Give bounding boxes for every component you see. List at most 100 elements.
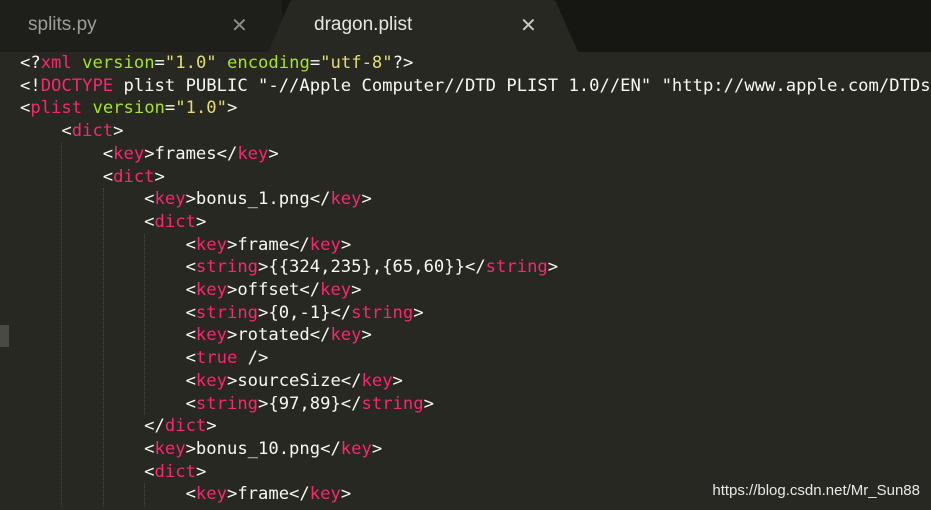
code-line: <dict> xyxy=(20,166,165,189)
code-string: "1.0" xyxy=(175,98,228,119)
code-punct: <! xyxy=(20,75,41,96)
tab-bar: splits.py ✕ dragon.plist ✕ xyxy=(0,0,931,52)
code-string: "1.0" xyxy=(164,53,217,73)
code-line: <key>frame</key> xyxy=(20,234,352,257)
code-punct: >bonus_10.png</ xyxy=(185,438,341,459)
code-punct: > xyxy=(113,121,124,142)
code-punct: >{{324,235},{65,60}}</ xyxy=(258,257,486,278)
code-attr: version xyxy=(92,98,165,119)
code-line: <string>{{324,235},{65,60}}</string> xyxy=(20,256,559,279)
code-punct: < xyxy=(20,189,155,210)
code-line: <key>bonus_1.png</key> xyxy=(20,188,372,211)
code-tag: key xyxy=(195,234,227,255)
code-punct: < xyxy=(20,484,196,505)
code-punct: > xyxy=(195,461,207,482)
code-punct: < xyxy=(20,234,196,255)
code-tag: string xyxy=(351,302,414,323)
close-icon[interactable]: ✕ xyxy=(231,13,248,37)
code-tag: dict xyxy=(164,416,207,437)
tab-dragon-plist[interactable]: dragon.plist ✕ xyxy=(268,0,578,52)
code-attr: version xyxy=(82,53,155,73)
code-punct: plist PUBLIC "-//Apple Computer//DTD PLI… xyxy=(123,75,931,96)
code-line: <key>sourceSize</key> xyxy=(20,370,403,393)
code-punct: < xyxy=(20,302,196,323)
code-tag: key xyxy=(195,370,227,391)
code-editor[interactable]: <?xml version="1.0" encoding="utf-8"?> <!… xyxy=(0,52,931,510)
code-punct: >frame</ xyxy=(226,234,310,255)
code-punct: > xyxy=(351,280,362,300)
code-tag: key xyxy=(195,325,227,346)
indent-guide xyxy=(102,188,104,506)
code-punct: > xyxy=(371,438,383,459)
code-tag: key xyxy=(154,189,186,210)
code-line: <?xml version="1.0" encoding="utf-8"?> xyxy=(20,52,413,75)
code-punct: > xyxy=(547,257,559,278)
code-line: <key>bonus_10.png</key> xyxy=(20,438,382,461)
code-punct: >frame</ xyxy=(226,484,310,505)
code-tag: key xyxy=(309,234,341,255)
tab-splits-py[interactable]: splits.py ✕ xyxy=(0,0,282,52)
code-punct: > xyxy=(227,98,238,119)
indent-guide xyxy=(144,483,146,506)
code-punct: > xyxy=(206,416,217,437)
code-punct: < xyxy=(20,438,155,459)
code-punct: >bonus_1.png</ xyxy=(185,189,331,210)
gutter-current-line-marker xyxy=(0,325,9,347)
code-punct: < xyxy=(20,98,31,119)
code-tag: string xyxy=(195,393,259,414)
code-punct: > xyxy=(361,325,372,346)
code-punct: >offset</ xyxy=(226,280,321,300)
code-punct: = xyxy=(154,53,165,73)
code-line: <dict> xyxy=(20,211,206,234)
code-tag: dict xyxy=(71,121,114,142)
code-punct: >rotated</ xyxy=(226,325,331,346)
code-tag: key xyxy=(320,280,352,300)
code-line: <string>{0,-1}</string> xyxy=(20,302,424,325)
code-punct: < xyxy=(20,370,196,391)
code-punct: > xyxy=(423,393,434,414)
code-punct: < xyxy=(20,348,196,369)
indent-guide xyxy=(61,142,63,506)
code-punct xyxy=(217,53,227,73)
code-tag: dict xyxy=(113,166,155,187)
code-punct: < xyxy=(20,325,196,346)
code-punct: < xyxy=(20,461,155,482)
code-tag: key xyxy=(330,189,362,210)
code-punct: >sourceSize</ xyxy=(226,370,362,391)
indent-guide xyxy=(144,233,146,416)
tab-label: splits.py xyxy=(28,14,97,35)
code-punct: >{0,-1}</ xyxy=(258,302,352,323)
code-punct: < xyxy=(20,143,114,164)
code-punct: < xyxy=(20,166,114,187)
code-tag: key xyxy=(113,143,145,164)
code-punct: > xyxy=(361,189,372,210)
code-punct: > xyxy=(195,211,207,232)
code-tag: string xyxy=(485,257,548,278)
code-line: <key>frame</key> xyxy=(20,483,352,506)
code-punct: > xyxy=(268,143,279,164)
code-punct: = xyxy=(164,98,176,119)
code-tag: xml xyxy=(40,53,72,73)
code-tag: key xyxy=(237,143,269,164)
code-tag: key xyxy=(195,484,227,505)
code-tag: key xyxy=(309,484,341,505)
code-line: <key>frames</key> xyxy=(20,143,279,166)
watermark: https://blog.csdn.net/Mr_Sun88 xyxy=(712,482,920,499)
code-punct: > xyxy=(340,234,352,255)
code-punct: > xyxy=(413,302,424,323)
code-punct: >{97,89}</ xyxy=(258,393,362,414)
code-tag: dict xyxy=(154,211,196,232)
code-punct: ?> xyxy=(392,53,414,73)
code-tag: string xyxy=(195,302,259,323)
code-punct: >frames</ xyxy=(144,143,238,164)
code-string: "utf-8" xyxy=(320,53,393,73)
code-punct: < xyxy=(20,121,72,142)
code-tag: true xyxy=(195,348,238,369)
code-tag: key xyxy=(340,438,372,459)
code-line: </dict> xyxy=(20,415,217,438)
close-icon[interactable]: ✕ xyxy=(520,13,537,37)
code-line: <dict> xyxy=(20,461,206,484)
code-line: <key>rotated</key> xyxy=(20,324,372,347)
code-line: <plist version="1.0"> xyxy=(20,97,237,120)
code-line: <dict> xyxy=(20,120,124,143)
